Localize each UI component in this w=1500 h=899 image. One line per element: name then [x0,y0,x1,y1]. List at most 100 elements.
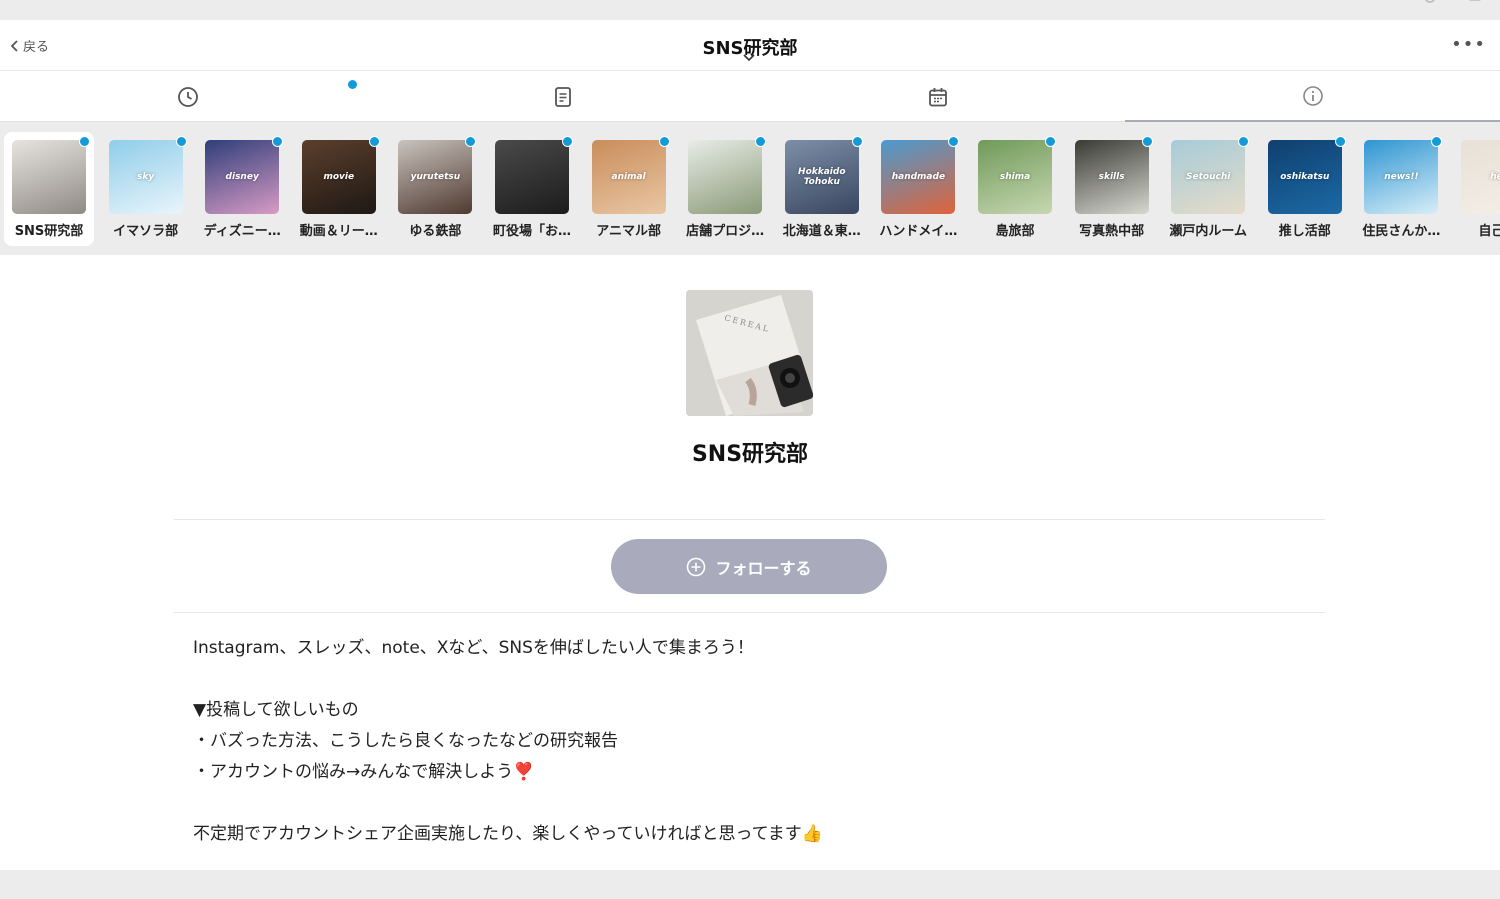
channel-item[interactable]: Setouchi 瀬戸内ルーム [1163,132,1253,246]
search-icon [1425,0,1435,3]
info-icon [1302,85,1323,106]
channel-name: 推し活部 [1278,224,1331,239]
channel-strip: SNS研究部 sky イマソラ部 disney ディズニー… movie 動画＆リー… yur… [0,122,1500,255]
tab-timeline[interactable] [0,71,375,122]
tab-info[interactable] [1125,71,1500,122]
channel-item[interactable]: SNS研究部 [4,132,94,246]
channel-thumbnail: hel [1461,140,1500,214]
cover-photo: CEREAL [686,290,813,416]
channel-thumbnail: shima [978,140,1052,214]
channel-item[interactable]: disney ディズニー… [197,132,287,246]
description-line: 不定期でアカウントシェア企画実施したり、楽しくやっていければと思ってます👍 [193,824,823,844]
tab-unread-dot [348,80,357,89]
channel-name: 島旅部 [995,224,1035,239]
unread-badge [1334,136,1346,147]
channel-thumbnail [688,140,763,214]
channel-item[interactable]: animal アニマル部 [584,132,674,246]
channel-thumbnail: handmade [881,140,956,214]
divider [174,519,1325,520]
channel-thumbnail: animal [591,140,666,214]
description-line [193,664,1293,695]
channel-thumbnail-label: skills [1098,172,1125,182]
tab-bar [0,71,1500,122]
channel-thumbnail: Hokkaido Tohoku [784,140,859,214]
channel-name: イマソラ部 [113,224,179,239]
channel-item[interactable]: yurutetsu ゆる鉄部 [390,132,480,246]
description-line: ・バズった方法、こうしたら良くなったなどの研究報告 [193,731,618,751]
channel-thumbnail-label: sky [136,172,155,182]
channel-thumbnail-label: hel [1490,172,1500,182]
unread-badge [1431,136,1443,147]
group-info-panel: CEREAL SNS研究部 フォローする Instagram、スレッズ、note… [0,255,1500,870]
unread-badge [755,136,767,147]
bottom-bar [0,870,1500,899]
channel-name: アニマル部 [596,224,661,239]
channel-thumbnail: skills [1074,140,1149,214]
unread-badge [175,136,187,147]
channel-thumbnail-label: shima [999,172,1031,182]
unread-badge [79,136,90,147]
channel-thumbnail: movie [301,140,376,214]
description-line [193,788,1293,819]
follow-button[interactable]: フォローする [611,539,887,594]
channel-item[interactable]: 店舗プロジ… [680,132,770,246]
unread-badge [1141,136,1153,147]
channel-item[interactable]: skills 写真熱中部 [1067,132,1157,246]
channel-name: 町役場「お… [492,224,571,239]
channel-thumbnail: Setouchi [1171,140,1246,214]
document-icon [554,86,571,107]
channel-item[interactable]: shima 島旅部 [970,132,1060,246]
channel-item[interactable]: oshikatsu 推し活部 [1260,132,1350,246]
channel-thumbnail-label: oshikatsu [1280,172,1330,182]
group-cover-image: CEREAL [686,290,813,416]
unread-badge [658,136,670,147]
unread-badge [948,136,960,147]
unread-badge [272,136,284,147]
channel-name: 住民さんか… [1362,224,1441,239]
channel-thumbnail-label: animal [611,172,646,182]
tab-posts[interactable] [375,71,750,122]
clock-icon [177,86,198,107]
description-line: Instagram、スレッズ、note、Xなど、SNSを伸ばしたい人で集まろう！ [193,638,754,658]
divider [174,612,1325,613]
channel-item[interactable]: sky イマソラ部 [101,132,191,246]
channel-thumbnail-label: Hokkaido Tohoku [798,167,846,187]
channel-thumbnail-label: handmade [891,172,946,182]
status-bar [0,0,1500,20]
plus-circle-icon [687,557,706,576]
channel-name: ゆる鉄部 [409,224,462,239]
channel-thumbnail-label: yurutetsu [410,172,461,182]
channel-item[interactable]: handmade ハンドメイ… [873,132,963,246]
channel-item[interactable]: movie 動画＆リー… [294,132,384,246]
unread-badge [368,136,380,147]
unread-badge [465,136,477,147]
unread-badge [851,136,863,147]
channel-item[interactable]: Hokkaido Tohoku 北海道＆東… [777,132,867,246]
channel-item[interactable]: news!! 住民さんか… [1356,132,1446,246]
description-line: ▼投稿して欲しいもの [193,700,359,720]
channel-thumbnail: sky [108,140,183,214]
channel-name: ディズニー… [203,224,281,239]
channel-thumbnail: oshikatsu [1267,140,1342,214]
top-nav-bar: 戻る SNS研究部 ••• [0,20,1500,71]
channel-name: 北海道＆東… [782,224,861,239]
follow-label: フォローする [715,558,812,578]
more-options-button[interactable]: ••• [1451,34,1486,55]
unread-badge [1045,136,1056,147]
channel-thumbnail-label: news!! [1384,172,1419,182]
unread-badge [1238,136,1250,147]
channel-thumbnail: disney [205,140,280,214]
chevron-down-icon[interactable] [743,54,755,62]
channel-thumbnail [12,140,86,214]
channel-name: ハンドメイ… [879,224,958,239]
channel-name: 動画＆リー… [299,224,378,239]
group-name: SNS研究部 [691,442,809,467]
tab-calendar[interactable] [750,71,1125,122]
channel-thumbnail-label: Setouchi [1186,172,1231,182]
channel-item[interactable]: hel 自己紹 [1453,132,1500,246]
channel-thumbnail: news!! [1364,140,1439,214]
channel-item[interactable]: 町役場「お… [487,132,577,246]
channel-thumbnail-label: disney [225,172,259,182]
unread-badge [562,136,573,147]
channel-thumbnail-label: movie [323,172,355,182]
